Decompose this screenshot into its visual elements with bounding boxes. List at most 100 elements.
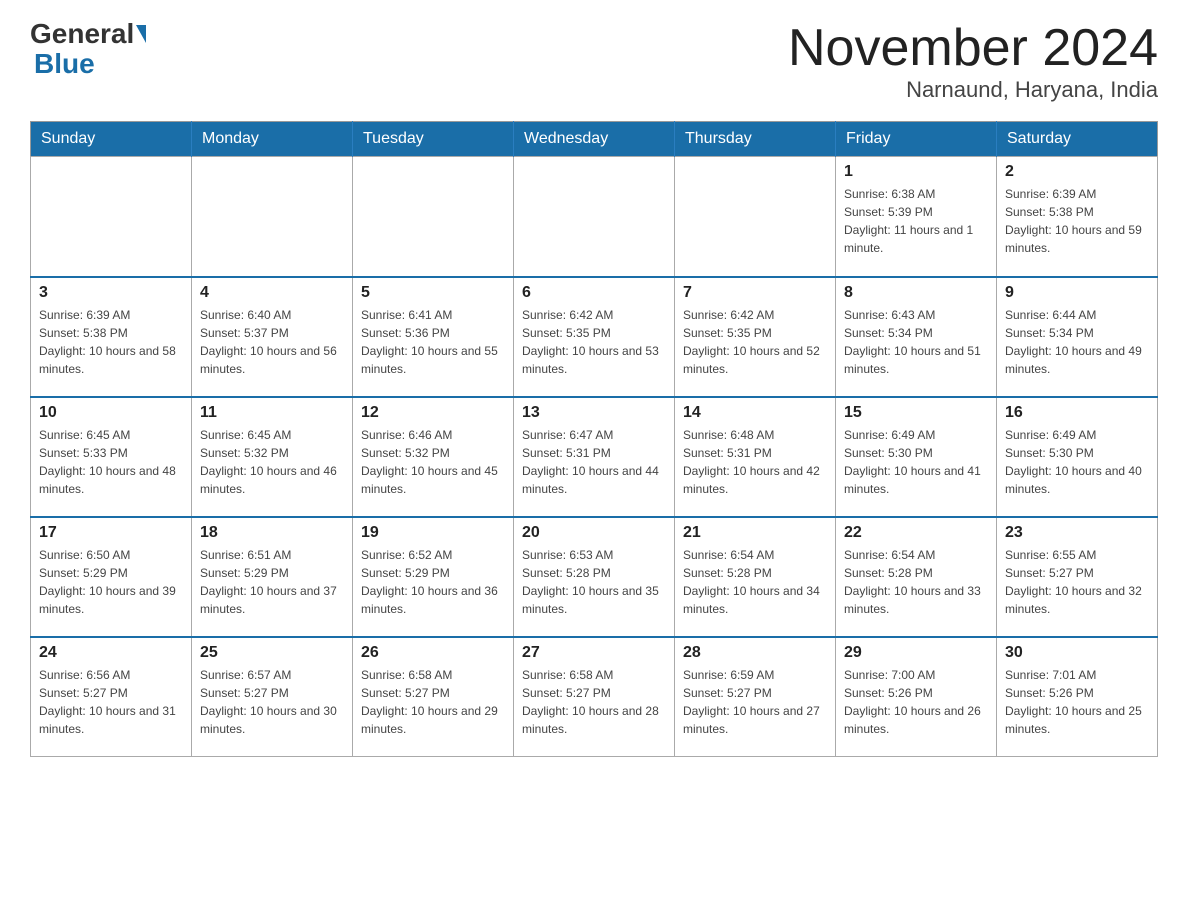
- calendar-day-cell: 6Sunrise: 6:42 AMSunset: 5:35 PMDaylight…: [514, 277, 675, 397]
- calendar-body: 1 Sunrise: 6:38 AMSunset: 5:39 PMDaylight…: [31, 157, 1158, 757]
- day-number: 16: [1005, 404, 1149, 422]
- calendar-day-cell: 28Sunrise: 6:59 AMSunset: 5:27 PMDayligh…: [675, 637, 836, 757]
- day-info: Sunrise: 6:52 AMSunset: 5:29 PMDaylight:…: [361, 546, 505, 618]
- day-number: 21: [683, 524, 827, 542]
- calendar-day-cell: 4 Sunrise: 6:40 AMSunset: 5:37 PMDaylight…: [192, 277, 353, 397]
- calendar-table: SundayMondayTuesdayWednesdayThursdayFrid…: [30, 121, 1158, 757]
- calendar-day-cell: 26Sunrise: 6:58 AMSunset: 5:27 PMDayligh…: [353, 637, 514, 757]
- day-number: 19: [361, 524, 505, 542]
- day-number: 25: [200, 644, 344, 662]
- calendar-week-row: 17Sunrise: 6:50 AMSunset: 5:29 PMDayligh…: [31, 517, 1158, 637]
- calendar-day-cell: 13 Sunrise: 6:47 AMSunset: 5:31 PMDayligh…: [514, 397, 675, 517]
- calendar-day-cell: [675, 157, 836, 277]
- day-number: 9: [1005, 284, 1149, 302]
- day-of-week-header: Sunday: [31, 122, 192, 157]
- day-of-week-header: Tuesday: [353, 122, 514, 157]
- calendar-day-cell: 7Sunrise: 6:42 AMSunset: 5:35 PMDaylight…: [675, 277, 836, 397]
- day-info: Sunrise: 6:58 AMSunset: 5:27 PMDaylight:…: [361, 666, 505, 738]
- day-info: Sunrise: 6:56 AMSunset: 5:27 PMDaylight:…: [39, 666, 183, 738]
- calendar-day-cell: 22 Sunrise: 6:54 AMSunset: 5:28 PMDayligh…: [836, 517, 997, 637]
- day-info: Sunrise: 6:48 AMSunset: 5:31 PMDaylight:…: [683, 426, 827, 498]
- day-of-week-header: Friday: [836, 122, 997, 157]
- title-section: November 2024 Narnaund, Haryana, India: [788, 20, 1158, 103]
- calendar-day-cell: 11Sunrise: 6:45 AMSunset: 5:32 PMDayligh…: [192, 397, 353, 517]
- calendar-day-cell: 10 Sunrise: 6:45 AMSunset: 5:33 PMDayligh…: [31, 397, 192, 517]
- day-number: 13: [522, 404, 666, 422]
- calendar-day-cell: 17Sunrise: 6:50 AMSunset: 5:29 PMDayligh…: [31, 517, 192, 637]
- day-number: 1: [844, 163, 988, 181]
- day-info: Sunrise: 6:57 AMSunset: 5:27 PMDaylight:…: [200, 666, 344, 738]
- page-header: General Blue November 2024 Narnaund, Har…: [30, 20, 1158, 103]
- logo: General Blue: [30, 20, 148, 80]
- logo-blue-label: Blue: [34, 48, 95, 79]
- calendar-day-cell: 23 Sunrise: 6:55 AMSunset: 5:27 PMDayligh…: [997, 517, 1158, 637]
- day-number: 23: [1005, 524, 1149, 542]
- day-number: 7: [683, 284, 827, 302]
- day-info: Sunrise: 6:40 AMSunset: 5:37 PMDaylight:…: [200, 306, 344, 378]
- day-number: 8: [844, 284, 988, 302]
- calendar-week-row: 24 Sunrise: 6:56 AMSunset: 5:27 PMDayligh…: [31, 637, 1158, 757]
- day-info: Sunrise: 6:49 AMSunset: 5:30 PMDaylight:…: [1005, 426, 1149, 498]
- day-number: 20: [522, 524, 666, 542]
- day-info: Sunrise: 6:47 AMSunset: 5:31 PMDaylight:…: [522, 426, 666, 498]
- calendar-day-cell: 16 Sunrise: 6:49 AMSunset: 5:30 PMDayligh…: [997, 397, 1158, 517]
- day-info: Sunrise: 6:42 AMSunset: 5:35 PMDaylight:…: [522, 306, 666, 378]
- day-number: 2: [1005, 163, 1149, 181]
- day-info: Sunrise: 6:41 AMSunset: 5:36 PMDaylight:…: [361, 306, 505, 378]
- day-number: 3: [39, 284, 183, 302]
- calendar-day-cell: [353, 157, 514, 277]
- calendar-day-cell: 8 Sunrise: 6:43 AMSunset: 5:34 PMDaylight…: [836, 277, 997, 397]
- day-info: Sunrise: 6:49 AMSunset: 5:30 PMDaylight:…: [844, 426, 988, 498]
- day-number: 22: [844, 524, 988, 542]
- day-number: 27: [522, 644, 666, 662]
- calendar-day-cell: 24 Sunrise: 6:56 AMSunset: 5:27 PMDayligh…: [31, 637, 192, 757]
- day-of-week-header: Monday: [192, 122, 353, 157]
- day-info: Sunrise: 6:39 AMSunset: 5:38 PMDaylight:…: [1005, 185, 1149, 257]
- location-subtitle: Narnaund, Haryana, India: [788, 77, 1158, 103]
- day-info: Sunrise: 6:50 AMSunset: 5:29 PMDaylight:…: [39, 546, 183, 618]
- day-number: 18: [200, 524, 344, 542]
- calendar-day-cell: 3Sunrise: 6:39 AMSunset: 5:38 PMDaylight…: [31, 277, 192, 397]
- calendar-day-cell: 5 Sunrise: 6:41 AMSunset: 5:36 PMDaylight…: [353, 277, 514, 397]
- calendar-day-cell: 21 Sunrise: 6:54 AMSunset: 5:28 PMDayligh…: [675, 517, 836, 637]
- day-number: 28: [683, 644, 827, 662]
- calendar-day-cell: 1 Sunrise: 6:38 AMSunset: 5:39 PMDaylight…: [836, 157, 997, 277]
- day-number: 10: [39, 404, 183, 422]
- day-info: Sunrise: 6:54 AMSunset: 5:28 PMDaylight:…: [844, 546, 988, 618]
- calendar-day-cell: 2 Sunrise: 6:39 AMSunset: 5:38 PMDaylight…: [997, 157, 1158, 277]
- calendar-day-cell: 19 Sunrise: 6:52 AMSunset: 5:29 PMDayligh…: [353, 517, 514, 637]
- day-number: 5: [361, 284, 505, 302]
- day-info: Sunrise: 6:43 AMSunset: 5:34 PMDaylight:…: [844, 306, 988, 378]
- day-info: Sunrise: 6:54 AMSunset: 5:28 PMDaylight:…: [683, 546, 827, 618]
- calendar-day-cell: 25 Sunrise: 6:57 AMSunset: 5:27 PMDayligh…: [192, 637, 353, 757]
- day-of-week-header: Saturday: [997, 122, 1158, 157]
- calendar-week-row: 10 Sunrise: 6:45 AMSunset: 5:33 PMDayligh…: [31, 397, 1158, 517]
- calendar-day-cell: 14 Sunrise: 6:48 AMSunset: 5:31 PMDayligh…: [675, 397, 836, 517]
- calendar-day-cell: [192, 157, 353, 277]
- logo-triangle-icon: [136, 25, 146, 43]
- day-of-week-header: Wednesday: [514, 122, 675, 157]
- day-number: 30: [1005, 644, 1149, 662]
- calendar-week-row: 1 Sunrise: 6:38 AMSunset: 5:39 PMDaylight…: [31, 157, 1158, 277]
- day-number: 14: [683, 404, 827, 422]
- day-info: Sunrise: 6:45 AMSunset: 5:33 PMDaylight:…: [39, 426, 183, 498]
- day-info: Sunrise: 6:55 AMSunset: 5:27 PMDaylight:…: [1005, 546, 1149, 618]
- calendar-day-cell: 30Sunrise: 7:01 AMSunset: 5:26 PMDayligh…: [997, 637, 1158, 757]
- day-info: Sunrise: 6:38 AMSunset: 5:39 PMDaylight:…: [844, 185, 988, 257]
- day-info: Sunrise: 7:00 AMSunset: 5:26 PMDaylight:…: [844, 666, 988, 738]
- day-info: Sunrise: 6:58 AMSunset: 5:27 PMDaylight:…: [522, 666, 666, 738]
- day-info: Sunrise: 6:53 AMSunset: 5:28 PMDaylight:…: [522, 546, 666, 618]
- day-info: Sunrise: 6:51 AMSunset: 5:29 PMDaylight:…: [200, 546, 344, 618]
- day-number: 4: [200, 284, 344, 302]
- day-of-week-header: Thursday: [675, 122, 836, 157]
- day-number: 29: [844, 644, 988, 662]
- calendar-day-cell: 9 Sunrise: 6:44 AMSunset: 5:34 PMDaylight…: [997, 277, 1158, 397]
- calendar-day-cell: [31, 157, 192, 277]
- calendar-day-cell: 12 Sunrise: 6:46 AMSunset: 5:32 PMDayligh…: [353, 397, 514, 517]
- day-number: 15: [844, 404, 988, 422]
- day-info: Sunrise: 6:46 AMSunset: 5:32 PMDaylight:…: [361, 426, 505, 498]
- day-info: Sunrise: 6:44 AMSunset: 5:34 PMDaylight:…: [1005, 306, 1149, 378]
- day-number: 24: [39, 644, 183, 662]
- calendar-day-cell: 29 Sunrise: 7:00 AMSunset: 5:26 PMDayligh…: [836, 637, 997, 757]
- day-number: 12: [361, 404, 505, 422]
